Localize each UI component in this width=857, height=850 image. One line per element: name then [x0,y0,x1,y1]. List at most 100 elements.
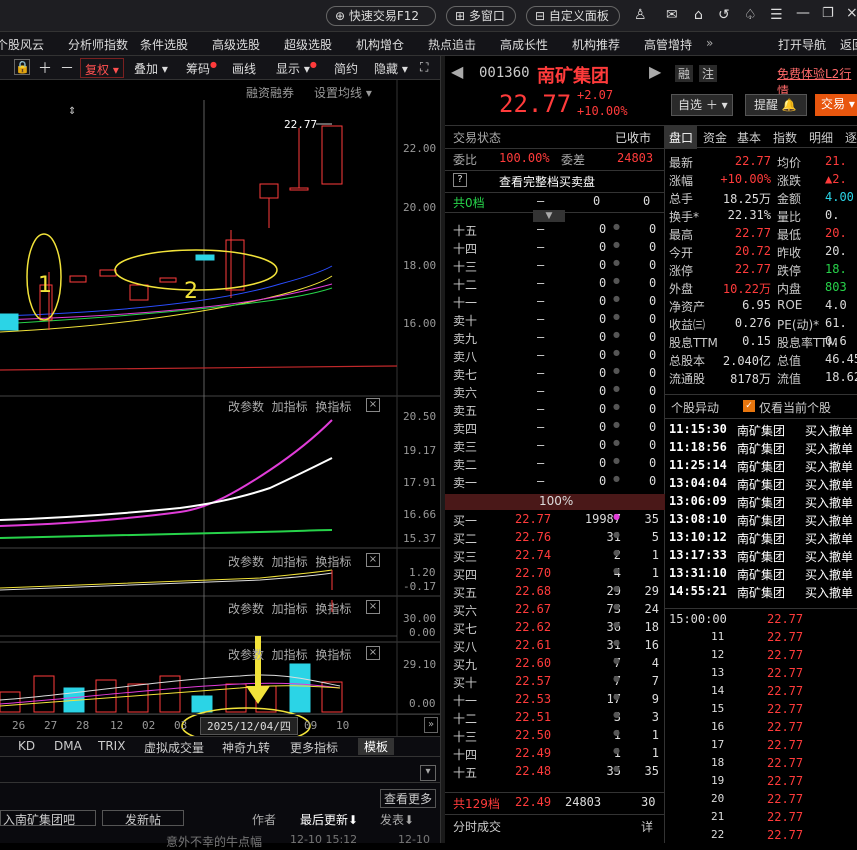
post-time-column[interactable]: 发表⬇ [380,811,414,828]
multi-window-button[interactable]: ⊞ 多窗口 [446,6,516,26]
sell-level-price[interactable]: — [537,366,544,380]
sell-level-price[interactable]: — [537,474,544,488]
tab-dma[interactable]: DMA [54,739,82,753]
edit-param-button[interactable]: 改参数 [228,602,264,616]
buy-level-price[interactable]: 22.77 [515,512,551,526]
sell-level-price[interactable]: — [537,240,544,254]
chips-button[interactable]: 筹码● [186,60,217,77]
sell-level-price[interactable]: — [537,276,544,290]
restore-icon[interactable]: ❐ [822,6,834,21]
sell-level-price[interactable]: — [537,258,544,272]
lock-icon[interactable]: 🔒 [14,59,30,75]
tab-template[interactable]: 模板 [358,738,395,755]
buy-level-price[interactable]: 22.68 [515,584,551,598]
tab-detail[interactable]: 明细 [809,129,833,146]
tab-fund[interactable]: 资金 [703,129,727,146]
buy-level-price[interactable]: 22.51 [515,710,551,724]
custom-panel-button[interactable]: ⊟ 自定义面板 [526,6,620,26]
menu-item-inst-increase[interactable]: 机构增仓 [356,36,404,53]
tab-pankou[interactable]: 盘口 [665,126,698,149]
prev-stock-icon[interactable]: ◀ [451,62,463,81]
sell-level-price[interactable]: — [537,312,544,326]
buy-level-price[interactable]: 22.70 [515,566,551,580]
close-panel-icon[interactable]: × [366,646,380,660]
buy-level-price[interactable]: 22.50 [515,728,551,742]
menu-more-icon[interactable]: » [706,36,713,50]
add-indicator-button[interactable]: 加指标 [272,602,308,616]
menu-item-hot-chase[interactable]: 热点追击 [428,36,476,53]
menu-item-open-nav[interactable]: 打开导航 [778,36,826,53]
tab-index[interactable]: 指数 [773,129,797,146]
self-select-button[interactable]: 自选 ＋ ▾ [671,94,733,116]
trade-button[interactable]: 交易 ▾ [815,94,857,116]
zoom-in-icon[interactable]: ＋ [38,58,52,78]
buy-level-price[interactable]: 22.60 [515,656,551,670]
buy-level-price[interactable]: 22.61 [515,638,551,652]
collapse-sell-icon[interactable]: ▼ [533,210,565,222]
sell-level-price[interactable]: — [537,222,544,236]
close-icon[interactable]: × [846,5,857,21]
anomaly-stock[interactable]: 南矿集团 [737,494,785,511]
menu-icon[interactable]: ☰ [770,7,783,23]
tab-more-indicators[interactable]: 更多指标 [290,739,338,756]
timeshare-trades-label[interactable]: 分时成交 [453,818,501,835]
draw-line-button[interactable]: 画线 [232,60,256,77]
buy-level-price[interactable]: 22.62 [515,620,551,634]
refresh-icon[interactable]: ↺ [718,7,730,23]
anomaly-stock[interactable]: 南矿集团 [737,584,785,601]
sell-level-price[interactable]: — [537,348,544,362]
simple-button[interactable]: 简约 [334,60,358,77]
tab-kd[interactable]: KD [18,739,35,753]
sell-level-price[interactable]: — [537,456,544,470]
scroll-right-icon[interactable]: » [424,717,438,733]
menu-item-high-growth[interactable]: 高成长性 [500,36,548,53]
menu-item-analyst-index[interactable]: 分析师指数 [68,36,128,53]
skin-icon[interactable]: ♤ [744,7,757,23]
mail-icon[interactable]: ✉ [666,7,678,23]
hide-button[interactable]: 隐藏 ▾ [374,60,408,77]
new-post-button[interactable]: 发新帖 [102,810,184,827]
buy-level-price[interactable]: 22.74 [515,548,551,562]
anomaly-stock[interactable]: 南矿集团 [737,422,785,439]
minimize-icon[interactable]: — [796,5,810,21]
fuquan-button[interactable]: 复权 ▾ [80,58,124,78]
anomaly-stock[interactable]: 南矿集团 [737,440,785,457]
menu-item-inst-recommend[interactable]: 机构推荐 [572,36,620,53]
margin-tag[interactable]: 融 [675,65,694,82]
edit-param-button[interactable]: 改参数 [228,648,264,662]
menu-item-back[interactable]: 返回 [840,36,857,53]
anomaly-stock[interactable]: 南矿集团 [737,566,785,583]
view-more-button[interactable]: 查看更多 [380,789,437,808]
buy-level-price[interactable]: 22.67 [515,602,551,616]
tab-trix[interactable]: TRIX [98,739,125,753]
tab-magic-nine[interactable]: 神奇九转 [222,739,270,756]
sell-level-price[interactable]: — [537,330,544,344]
help-icon[interactable]: ? [453,173,467,187]
remind-button[interactable]: 提醒 🔔 [745,94,807,116]
buy-level-price[interactable]: 22.53 [515,692,551,706]
anomaly-stock[interactable]: 南矿集团 [737,530,785,547]
close-panel-icon[interactable]: × [366,398,380,412]
next-stock-icon[interactable]: ▶ [649,62,661,81]
home-icon[interactable]: ⌂ [694,7,703,23]
sell-level-price[interactable]: — [537,384,544,398]
full-orderbook-link[interactable]: 查看完整档买卖盘 [499,173,595,190]
switch-indicator-button[interactable]: 换指标 [315,648,351,662]
buy-level-price[interactable]: 22.76 [515,530,551,544]
only-current-checkbox[interactable]: ✓ [743,400,755,412]
menu-item-exec-increase[interactable]: 高管增持 [644,36,692,53]
user-icon[interactable]: ♙ [634,7,647,23]
sell-level-price[interactable]: — [537,438,544,452]
sell-level-price[interactable]: — [537,294,544,308]
buy-level-price[interactable]: 22.57 [515,674,551,688]
tab-tick[interactable]: 逐 [845,129,857,146]
add-indicator-button[interactable]: 加指标 [272,648,308,662]
buy-level-price[interactable]: 22.48 [515,764,551,778]
margin-label[interactable]: 融资融券 [246,84,294,101]
anomaly-stock[interactable]: 南矿集团 [737,476,785,493]
forum-bar-link[interactable]: 入南矿集团吧 [0,810,96,827]
tab-virtual-volume[interactable]: 虚拟成交量 [144,739,204,756]
ma-setting-button[interactable]: 设置均线 ▾ [314,84,372,101]
edit-param-button[interactable]: 改参数 [228,555,264,569]
note-tag[interactable]: 注 [699,65,718,82]
